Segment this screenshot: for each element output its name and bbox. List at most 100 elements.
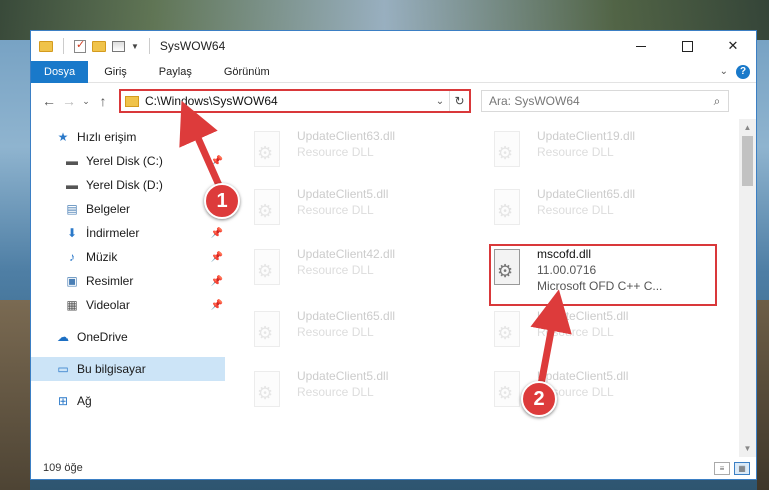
- up-arrow-icon[interactable]: ↑: [93, 93, 113, 109]
- sidebar-item-documents[interactable]: ▤ Belgeler: [31, 197, 225, 221]
- search-placeholder: Ara: SysWOW64: [489, 94, 580, 108]
- file-type: Resource DLL: [537, 325, 614, 339]
- pin-icon[interactable]: 📌: [211, 276, 223, 287]
- sidebar-item-label: İndirmeler: [86, 226, 140, 240]
- close-button[interactable]: ✕: [710, 31, 756, 61]
- drive-icon: ▬: [66, 178, 78, 192]
- dll-file-icon: ⚙: [491, 189, 525, 229]
- tab-home[interactable]: Giriş: [88, 61, 143, 83]
- sidebar-item-music[interactable]: ♪ Müzik 📌: [31, 245, 225, 269]
- sidebar-item-label: Yerel Disk (C:): [86, 154, 163, 168]
- folder-icon[interactable]: [39, 40, 53, 52]
- pin-icon[interactable]: 📌: [211, 252, 223, 263]
- cloud-icon: ☁: [57, 330, 69, 344]
- title-bar: ▼ SysWOW64 ✕: [31, 31, 756, 61]
- file-type: Resource DLL: [297, 145, 374, 159]
- dll-file-icon: ⚙: [491, 131, 525, 171]
- back-arrow-icon[interactable]: ←: [39, 93, 59, 109]
- list-item[interactable]: ⚙ UpdateClient5.dll Resource DLL: [251, 187, 471, 237]
- large-icons-view-icon[interactable]: ▦: [734, 461, 750, 475]
- quick-access-toolbar: ▼: [39, 38, 154, 54]
- divider: [63, 38, 64, 54]
- sidebar-item-pictures[interactable]: ▣ Resimler 📌: [31, 269, 225, 293]
- maximize-button[interactable]: [664, 31, 710, 61]
- dll-file-icon: ⚙: [251, 311, 285, 351]
- main-body: ★ Hızlı erişim ▬ Yerel Disk (C:) 📌 ▬ Yer…: [31, 119, 756, 457]
- pin-icon[interactable]: 📌: [211, 156, 223, 167]
- scrollbar-thumb[interactable]: [742, 136, 753, 186]
- sidebar-item-quick-access[interactable]: ★ Hızlı erişim: [31, 125, 225, 149]
- sidebar-item-videos[interactable]: ▦ Videolar 📌: [31, 293, 225, 317]
- window-title: SysWOW64: [159, 39, 226, 53]
- pin-icon[interactable]: 📌: [211, 228, 223, 239]
- ribbon-tabs: Dosya Giriş Paylaş Görünüm ⌄ ?: [31, 60, 756, 83]
- list-item[interactable]: ⚙ UpdateClient19.dll Resource DLL: [491, 129, 711, 179]
- tab-view[interactable]: Görünüm: [208, 61, 286, 83]
- file-name: UpdateClient19.dll: [537, 129, 636, 143]
- file-type: Resource DLL: [297, 203, 374, 217]
- forward-arrow-icon[interactable]: →: [59, 93, 79, 109]
- dll-file-icon: ⚙: [251, 249, 285, 289]
- sidebar-item-onedrive[interactable]: ☁ OneDrive: [31, 325, 225, 349]
- sidebar-item-label: Yerel Disk (D:): [86, 178, 163, 192]
- dll-file-icon: ⚙: [491, 249, 525, 289]
- list-item-mscofd[interactable]: ⚙ mscofd.dll 11.00.0716 Microsoft OFD C+…: [491, 247, 711, 297]
- tab-file[interactable]: Dosya: [31, 60, 89, 83]
- navigation-pane: ★ Hızlı erişim ▬ Yerel Disk (C:) 📌 ▬ Yer…: [31, 119, 225, 457]
- minimize-button[interactable]: [618, 31, 664, 61]
- expand-ribbon-icon[interactable]: ⌄: [720, 66, 728, 77]
- vertical-scrollbar[interactable]: ▲ ▼: [739, 119, 756, 457]
- folder-icon: [125, 95, 139, 107]
- sidebar-item-network[interactable]: ⊞ Ağ: [31, 389, 225, 413]
- sidebar-item-label: Resimler: [86, 274, 134, 288]
- list-item[interactable]: ⚙ UpdateClient5.dll Resource DLL: [491, 309, 711, 359]
- dll-file-icon: ⚙: [251, 189, 285, 229]
- chevron-down-icon[interactable]: ⌄: [431, 96, 449, 107]
- tab-share[interactable]: Paylaş: [143, 61, 208, 83]
- sidebar-item-label: OneDrive: [77, 330, 128, 344]
- dll-file-icon: ⚙: [491, 371, 525, 411]
- file-name: UpdateClient65.dll: [537, 187, 636, 201]
- sidebar-item-label: Videolar: [86, 298, 130, 312]
- divider: [148, 38, 150, 54]
- file-type: Resource DLL: [297, 385, 374, 399]
- sidebar-item-local-disk-d[interactable]: ▬ Yerel Disk (D:): [31, 173, 225, 197]
- sidebar-item-label: Bu bilgisayar: [77, 362, 146, 376]
- status-bar: 109 öğe ≡ ▦: [31, 457, 756, 479]
- customize-toolbar-icon[interactable]: [112, 40, 125, 52]
- sidebar-item-label: Müzik: [86, 250, 118, 264]
- refresh-icon[interactable]: ↻: [449, 91, 469, 111]
- list-item[interactable]: ⚙ UpdateClient42.dll Resource DLL: [251, 247, 471, 297]
- file-name: UpdateClient65.dll: [297, 309, 396, 323]
- view-buttons: ≡ ▦: [714, 461, 756, 475]
- new-folder-icon[interactable]: [92, 40, 106, 52]
- sidebar-item-this-pc[interactable]: ▭ Bu bilgisayar: [31, 357, 225, 381]
- scroll-up-icon[interactable]: ▲: [739, 119, 756, 136]
- details-view-icon[interactable]: ≡: [714, 461, 730, 475]
- chevron-down-icon[interactable]: ▼: [131, 42, 139, 51]
- help-icon[interactable]: ?: [736, 64, 750, 79]
- wallpaper-rocks: [0, 300, 30, 490]
- list-item[interactable]: ⚙ UpdateClient5.dll Resource DLL: [251, 369, 471, 419]
- documents-icon: ▤: [66, 202, 78, 216]
- sidebar-item-label: Belgeler: [86, 202, 131, 216]
- dll-file-icon: ⚙: [491, 311, 525, 351]
- list-item[interactable]: ⚙ UpdateClient63.dll Resource DLL: [251, 129, 471, 179]
- list-item[interactable]: ⚙ UpdateClient65.dll Resource DLL: [251, 309, 471, 359]
- ribbon-right: ⌄ ?: [720, 64, 756, 79]
- sidebar-item-downloads[interactable]: ⬇ İndirmeler 📌: [31, 221, 225, 245]
- file-type: Microsoft OFD C++ C...: [537, 279, 663, 293]
- scroll-down-icon[interactable]: ▼: [739, 440, 756, 457]
- search-input[interactable]: Ara: SysWOW64 ⌕: [481, 90, 729, 112]
- recent-locations-icon[interactable]: ⌄: [79, 96, 93, 107]
- address-path[interactable]: C:\Windows\SysWOW64: [145, 94, 431, 108]
- step-callout-1: 1: [204, 183, 240, 219]
- sidebar-item-local-disk-c[interactable]: ▬ Yerel Disk (C:) 📌: [31, 149, 225, 173]
- pin-icon[interactable]: 📌: [211, 300, 223, 311]
- properties-check-icon[interactable]: [74, 38, 86, 53]
- list-item[interactable]: ⚙ UpdateClient65.dll Resource DLL: [491, 187, 711, 237]
- file-name: UpdateClient5.dll: [297, 187, 389, 201]
- explorer-window: ▼ SysWOW64 ✕ Dosya Giriş Paylaş Görünüm …: [30, 30, 757, 480]
- search-icon[interactable]: ⌕: [706, 94, 728, 109]
- address-bar[interactable]: C:\Windows\SysWOW64 ⌄ ↻: [119, 89, 471, 113]
